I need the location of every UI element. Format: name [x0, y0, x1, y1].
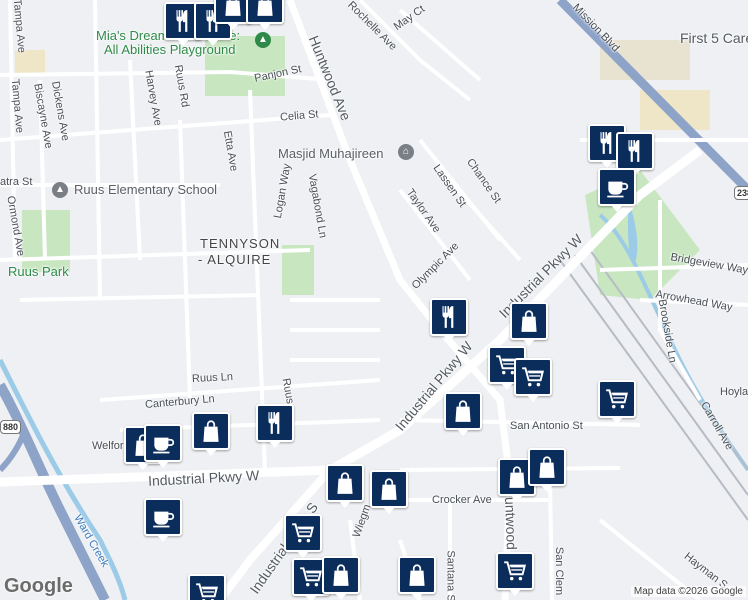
grocery-pin[interactable]	[598, 380, 636, 424]
place-label: First 5 Care	[680, 30, 748, 46]
shopping-pin[interactable]	[370, 470, 408, 514]
shopping-icon	[257, 0, 273, 16]
street-label: San Antonio St	[510, 420, 583, 432]
shopping-pin[interactable]	[246, 0, 284, 30]
restaurant-icon	[268, 412, 280, 434]
street-label: Santana S	[444, 550, 457, 600]
street-label: San Clem	[553, 546, 566, 596]
restaurant-pin[interactable]	[256, 404, 294, 448]
street-label: atra St	[0, 176, 33, 188]
restaurant-icon	[442, 306, 454, 328]
grocery-icon	[292, 523, 314, 543]
grocery-icon	[300, 567, 322, 587]
cafe-pin[interactable]	[144, 424, 182, 468]
shopping-pin[interactable]	[528, 448, 566, 492]
street-label: Crocker Ave	[432, 494, 492, 506]
restaurant-pin[interactable]	[616, 132, 654, 176]
neighborhood-label: TENNYSON	[200, 236, 281, 251]
map-base-layer	[0, 0, 748, 600]
highway-880	[0, 382, 110, 600]
shopping-icon	[509, 466, 525, 488]
shopping-icon	[381, 478, 397, 500]
grocery-icon	[504, 561, 526, 581]
park-icon: ▲	[255, 32, 271, 48]
place-label: Ruus Elementary School	[74, 182, 218, 197]
cafe-icon	[153, 437, 175, 454]
shopping-icon	[333, 564, 349, 586]
cafe-pin[interactable]	[144, 498, 182, 542]
attribution: Map data ©2026 Google	[630, 586, 746, 597]
grocery-pin[interactable]	[188, 574, 226, 600]
highway-ramp	[0, 428, 28, 473]
grocery-icon	[196, 583, 218, 600]
grocery-pin[interactable]	[496, 552, 534, 596]
street-grid	[0, 0, 748, 600]
cafe-icon	[607, 181, 629, 198]
shopping-pin[interactable]	[444, 392, 482, 436]
grocery-pin[interactable]	[284, 514, 322, 558]
shopping-icon	[409, 564, 425, 586]
grocery-icon	[522, 367, 544, 387]
shopping-icon	[203, 420, 219, 442]
shopping-icon	[225, 0, 241, 16]
highway-shield-238: 238	[734, 186, 748, 200]
school-icon: ▲	[52, 182, 68, 198]
shopping-pin[interactable]	[510, 302, 548, 346]
street-label: Hoyla	[720, 386, 748, 398]
shopping-icon	[337, 472, 353, 494]
cafe-pin[interactable]	[598, 168, 636, 212]
highway-shield-880: 880	[0, 420, 22, 434]
mosque-icon: ⌂	[398, 144, 414, 160]
shopping-icon	[539, 456, 555, 478]
place-label: Masjid Muhajireen	[278, 146, 384, 161]
cafe-icon	[153, 511, 175, 528]
map-canvas[interactable]: Rochelle Ave May Ct Mission Blvd Panjon …	[0, 0, 748, 600]
shopping-pin[interactable]	[322, 556, 360, 600]
neighborhood-label: - ALQUIRE	[198, 252, 272, 267]
restaurant-icon	[176, 10, 188, 32]
grocery-pin[interactable]	[514, 358, 552, 402]
place-label: Ruus Park	[8, 264, 69, 279]
street-label: Ruus Ln	[191, 370, 234, 386]
shopping-icon	[455, 400, 471, 422]
restaurant-icon	[628, 140, 640, 162]
shopping-icon	[521, 310, 537, 332]
restaurant-pin[interactable]	[430, 298, 468, 342]
beige-lot-3	[15, 50, 45, 75]
google-logo: Google	[4, 575, 73, 597]
shopping-pin[interactable]	[326, 464, 364, 508]
grocery-icon	[606, 389, 628, 409]
shopping-pin[interactable]	[192, 412, 230, 456]
shopping-pin[interactable]	[398, 556, 436, 600]
